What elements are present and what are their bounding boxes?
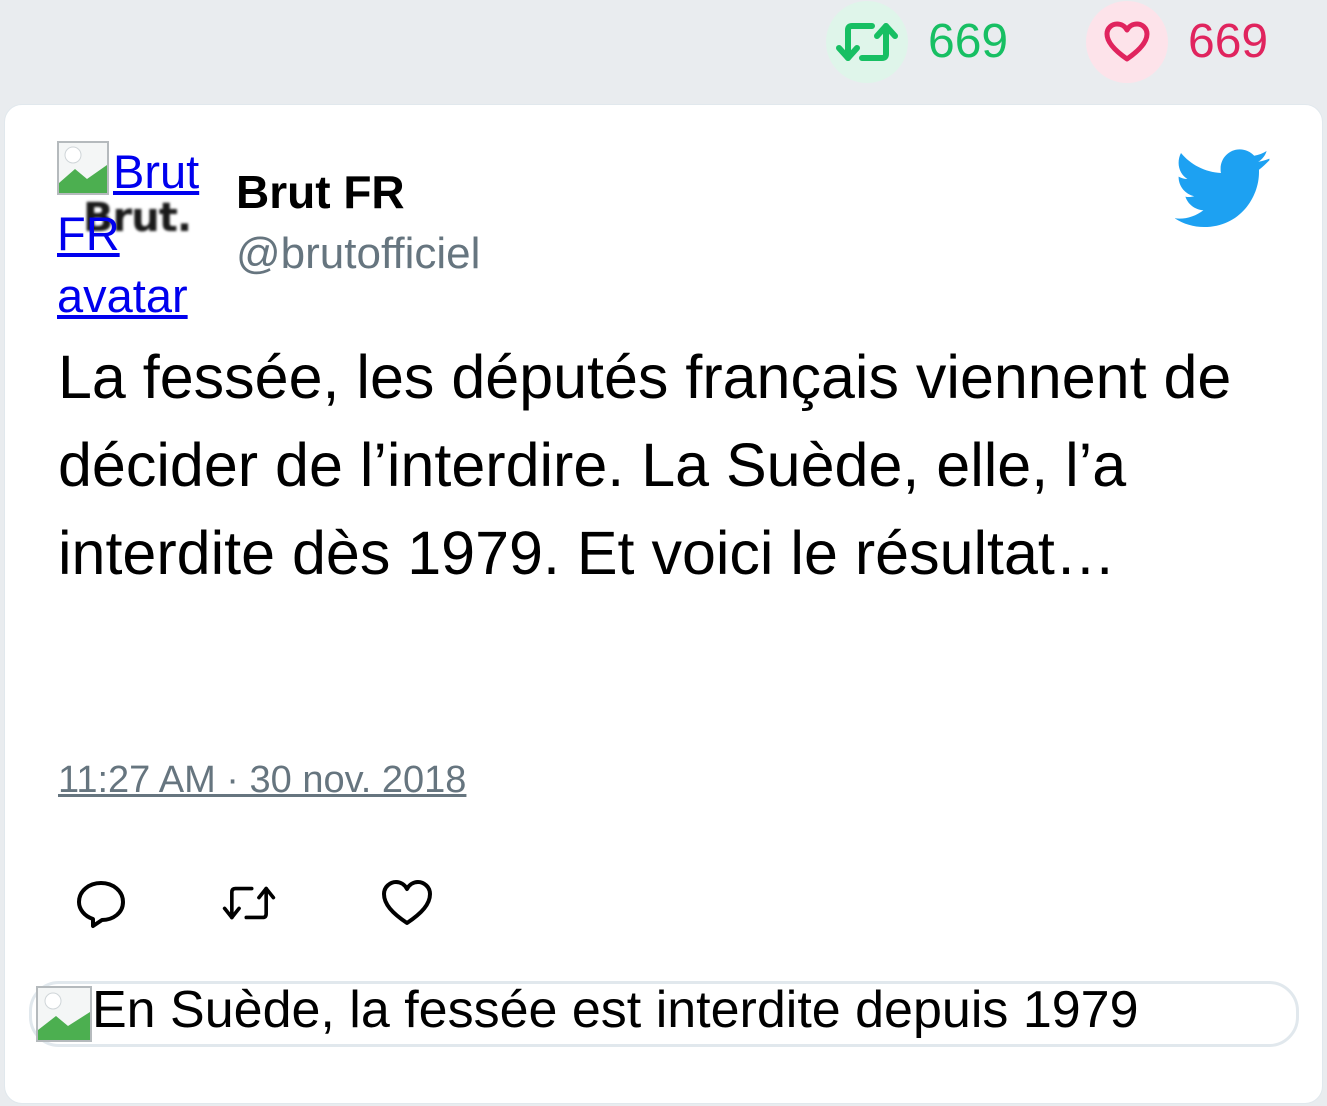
engagement-bar: 669 669 (0, 0, 1327, 100)
like-stat[interactable]: 669 (1086, 0, 1268, 84)
like-count: 669 (1188, 15, 1269, 68)
media-preview[interactable]: En Suède, la fessée est interdite depuis… (29, 981, 1299, 1047)
retweet-icon[interactable] (826, 1, 908, 83)
tweet-card: Brut. Brut FR avatar Brut FR @brutoffici… (4, 104, 1323, 1104)
avatar[interactable]: Brut. Brut FR avatar (57, 141, 217, 322)
tweet-timestamp[interactable]: 11:27 AM · 30 nov. 2018 (58, 759, 466, 802)
display-name[interactable]: Brut FR (236, 165, 405, 219)
heart-icon[interactable] (1086, 1, 1168, 83)
broken-image-icon (36, 986, 92, 1042)
twitter-bird-icon[interactable] (1175, 149, 1271, 229)
reply-icon[interactable] (73, 875, 129, 931)
user-handle[interactable]: @brutofficiel (236, 229, 480, 279)
retweet-stat[interactable]: 669 (826, 0, 1008, 84)
avatar-alt-text[interactable]: Brut FR avatar (57, 141, 217, 327)
media-alt-text: En Suède, la fessée est interdite depuis… (92, 981, 1139, 1039)
like-icon[interactable] (379, 875, 435, 931)
retweet-count: 669 (928, 15, 1009, 68)
retweet-icon[interactable] (221, 875, 277, 931)
tweet-text: La fessée, les députés français viennent… (58, 343, 1232, 587)
